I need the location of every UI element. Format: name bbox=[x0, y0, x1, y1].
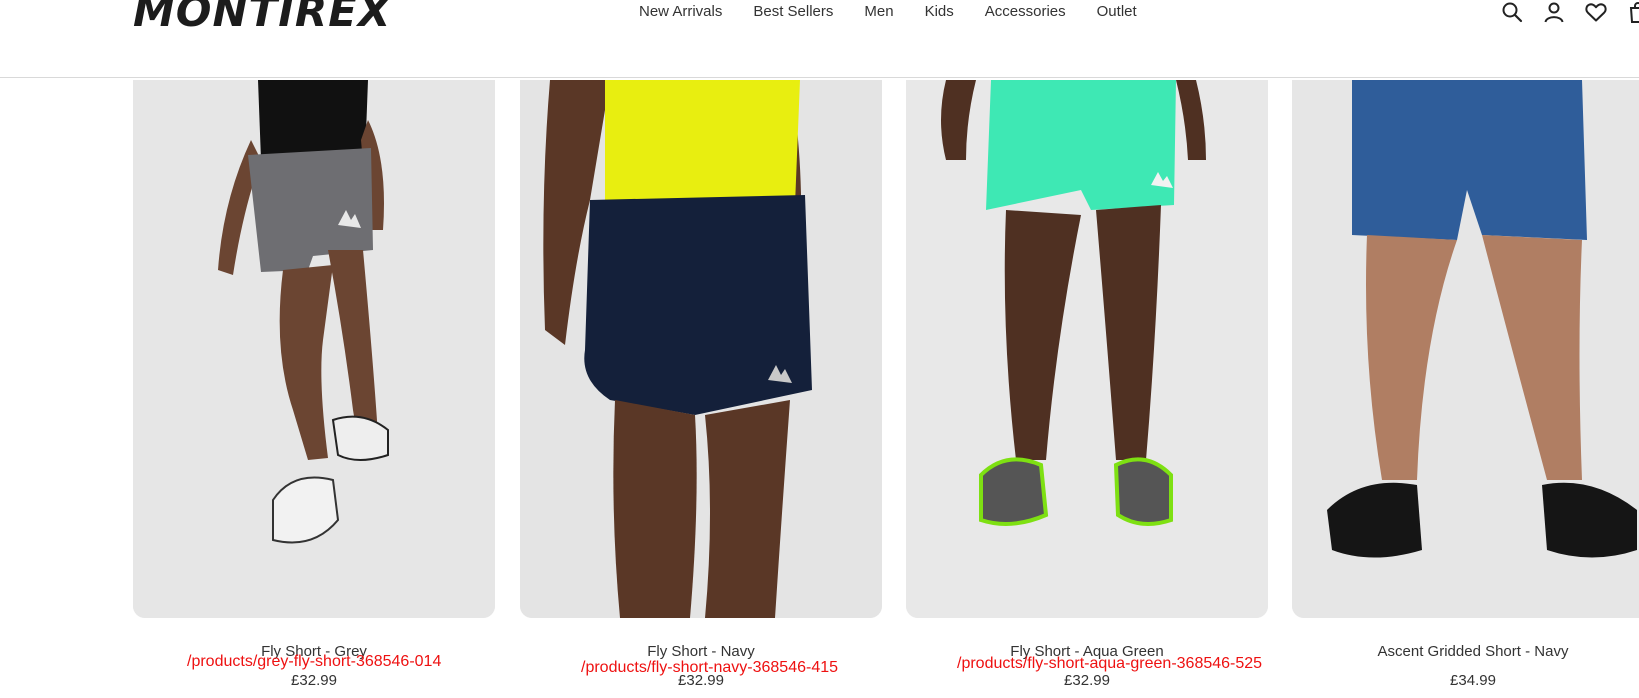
product-image[interactable] bbox=[1292, 80, 1639, 618]
account-icon[interactable] bbox=[1542, 0, 1566, 24]
product-url-overlay: /products/fly-short-aqua-green-368546-52… bbox=[957, 655, 1263, 672]
nav-new-arrivals[interactable]: New Arrivals bbox=[639, 2, 722, 22]
wishlist-heart-icon[interactable] bbox=[1584, 0, 1608, 24]
product-url-overlay: /products/grey-fly-short-368546-014 bbox=[187, 653, 442, 670]
nav-best-sellers[interactable]: Best Sellers bbox=[753, 2, 833, 22]
nav-outlet[interactable]: Outlet bbox=[1097, 2, 1137, 22]
product-price: £32.99 bbox=[291, 672, 337, 689]
site-header: MONTIREX New Arrivals Best Sellers Men K… bbox=[0, 0, 1639, 78]
product-image[interactable] bbox=[906, 80, 1268, 618]
nav-accessories[interactable]: Accessories bbox=[985, 2, 1066, 22]
product-price: £34.99 bbox=[1450, 672, 1496, 689]
search-icon[interactable] bbox=[1500, 0, 1524, 24]
nav-men[interactable]: Men bbox=[864, 2, 893, 22]
product-image[interactable] bbox=[520, 80, 882, 618]
product-name[interactable]: Fly Short - Navy bbox=[520, 643, 882, 660]
product-url-overlay: /products/fly-short-navy-368546-415 bbox=[581, 659, 839, 676]
product-name[interactable]: Ascent Gridded Short - Navy bbox=[1292, 643, 1639, 660]
header-icons bbox=[1500, 0, 1639, 24]
product-price: £32.99 bbox=[1064, 672, 1110, 689]
bag-icon[interactable] bbox=[1626, 0, 1639, 24]
brand-logo[interactable]: MONTIREX bbox=[133, 0, 391, 36]
nav-kids[interactable]: Kids bbox=[925, 2, 954, 22]
product-image[interactable] bbox=[133, 80, 495, 618]
main-nav: New Arrivals Best Sellers Men Kids Acces… bbox=[639, 2, 1168, 22]
